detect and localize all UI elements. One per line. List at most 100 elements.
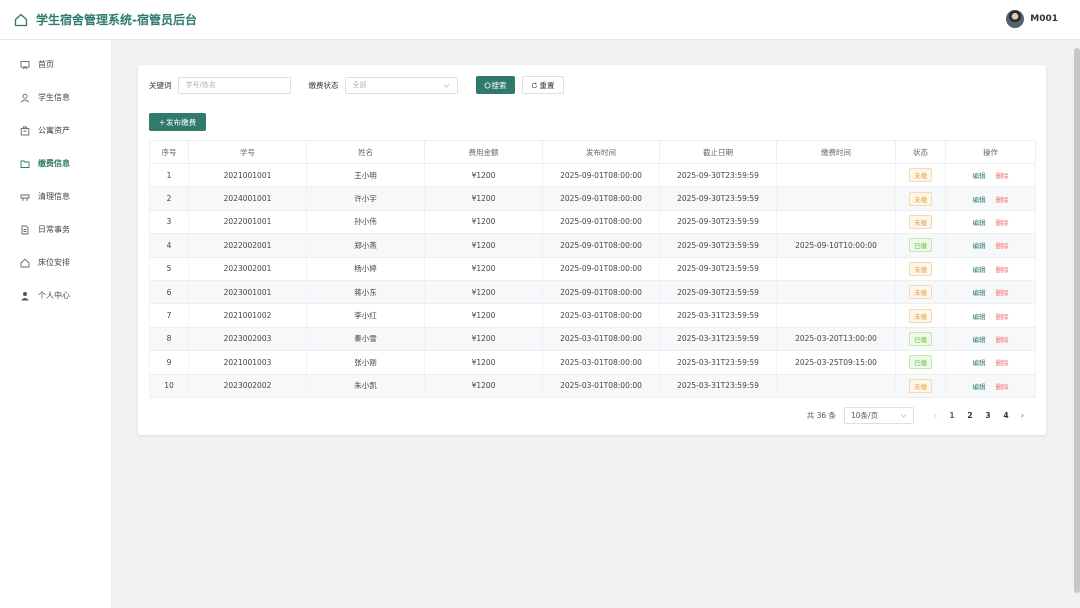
delete-link[interactable]: 删除: [996, 266, 1009, 274]
table-body: 1 2021001001 王小明 ¥1200 2025-09-01T08:00:00 20…: [149, 163, 1036, 398]
user-menu[interactable]: M001: [1006, 10, 1058, 28]
sidebar-item-label: 学生信息: [38, 93, 70, 102]
edit-link[interactable]: 编辑: [973, 266, 986, 274]
edit-link[interactable]: 编辑: [973, 242, 986, 250]
status-badge: 未缴: [909, 308, 932, 323]
row-status-cell: 已缴: [895, 327, 946, 352]
status-badge: 已缴: [909, 355, 932, 370]
page-3[interactable]: 3: [979, 411, 997, 420]
search-label: 搜索: [491, 80, 507, 90]
edit-link[interactable]: 编辑: [973, 196, 986, 204]
total-count: 共 36 条: [806, 411, 836, 420]
edit-link[interactable]: 编辑: [973, 359, 986, 367]
row-paid-at: [776, 303, 896, 328]
delete-link[interactable]: 删除: [996, 196, 1009, 204]
delete-link[interactable]: 删除: [996, 289, 1009, 297]
row-published: 2025-09-01T08:00:00: [542, 210, 660, 235]
row-amount: ¥1200: [424, 210, 543, 235]
sidebar-item-label: 公寓资产: [38, 126, 70, 135]
row-published: 2025-03-01T08:00:00: [542, 303, 660, 328]
row-status-cell: 未缴: [895, 303, 946, 328]
row-deadline: 2025-09-30T23:59:59: [659, 257, 777, 281]
keyword-input[interactable]: 学号/姓名: [177, 76, 291, 94]
avatar[interactable]: [1006, 10, 1025, 28]
row-name: 许小宇: [306, 186, 425, 211]
row-paid-at: 2025-03-25T09:15:00: [776, 350, 896, 375]
edit-link[interactable]: 编辑: [973, 172, 986, 180]
page-scrollbar[interactable]: [1074, 48, 1080, 593]
col-header-student-id: 学号: [188, 140, 307, 164]
table-row: 1 2021001001 王小明 ¥1200 2025-09-01T08:00:00 20…: [149, 163, 1036, 188]
page-1[interactable]: 1: [943, 411, 961, 420]
page-size-select[interactable]: 10条/页: [844, 407, 914, 424]
search-button[interactable]: 搜索: [475, 76, 515, 94]
row-student-id: 2023002002: [188, 374, 307, 398]
row-published: 2025-03-01T08:00:00: [542, 350, 660, 375]
row-published: 2025-09-01T08:00:00: [542, 257, 660, 281]
row-student-id: 2024001001: [188, 186, 307, 211]
sidebar-item-students[interactable]: 学生信息: [0, 81, 111, 114]
table-row: 10 2023002002 朱小凯 ¥1200 2025-03-01T08:00:00 2…: [149, 374, 1036, 398]
prev-page-icon[interactable]: ‹: [934, 411, 937, 420]
sidebar-item-label: 日常事务: [38, 225, 70, 234]
delete-link[interactable]: 删除: [996, 172, 1009, 180]
status-badge: 未缴: [909, 191, 932, 206]
edit-link[interactable]: 编辑: [973, 313, 986, 321]
sidebar-item-home[interactable]: 首页: [0, 48, 111, 81]
row-name: 郑小燕: [306, 233, 425, 258]
row-name: 王小明: [306, 163, 425, 188]
delete-link[interactable]: 删除: [996, 219, 1009, 227]
page-4[interactable]: 4: [997, 411, 1015, 420]
status-select[interactable]: 全部: [344, 76, 458, 94]
publish-payment-label: 发布缴费: [166, 117, 197, 127]
edit-link[interactable]: 编辑: [973, 219, 986, 227]
row-amount: ¥1200: [424, 186, 543, 211]
pagination: 共 36 条 10条/页 ‹ 1 2 3 4 ›: [807, 407, 1030, 424]
sidebar-item-label: 清理信息: [38, 192, 70, 201]
delete-link[interactable]: 删除: [996, 242, 1009, 250]
sidebar-item-beds[interactable]: 床位安排: [0, 246, 111, 279]
row-status-cell: 未缴: [895, 186, 946, 211]
delete-link[interactable]: 删除: [996, 359, 1009, 367]
status-badge: 未缴: [909, 168, 932, 183]
status-badge: 未缴: [909, 261, 932, 276]
row-index: 4: [149, 233, 189, 258]
row-name: 杨小婷: [306, 257, 425, 281]
publish-payment-button[interactable]: + 发布缴费: [149, 113, 206, 131]
sidebar-item-cleaning[interactable]: 清理信息: [0, 180, 111, 213]
edit-link[interactable]: 编辑: [973, 336, 986, 344]
sidebar-item-daily[interactable]: 日常事务: [0, 213, 111, 246]
row-index: 5: [149, 257, 189, 281]
status-badge: 已缴: [909, 238, 932, 253]
col-header-published: 发布时间: [542, 140, 660, 164]
delete-link[interactable]: 删除: [996, 383, 1009, 391]
sidebar-item-label: 床位安排: [38, 258, 70, 267]
status-badge: 未缴: [909, 214, 932, 229]
status-badge: 未缴: [909, 285, 932, 300]
row-index: 3: [149, 210, 189, 235]
payment-table: 序号 学号 姓名 费用金额 发布时间 截止日期 缴费时间 状态 操作 1 2021…: [149, 140, 1036, 398]
edit-link[interactable]: 编辑: [973, 289, 986, 297]
row-status-cell: 未缴: [895, 257, 946, 281]
row-amount: ¥1200: [424, 374, 543, 398]
row-paid-at: [776, 163, 896, 188]
page-2[interactable]: 2: [961, 411, 979, 420]
edit-link[interactable]: 编辑: [973, 383, 986, 391]
row-deadline: 2025-03-31T23:59:59: [659, 350, 777, 375]
delete-link[interactable]: 删除: [996, 313, 1009, 321]
status-badge: 已缴: [909, 331, 932, 346]
delete-link[interactable]: 删除: [996, 336, 1009, 344]
sidebar-item-assets[interactable]: 公寓资产: [0, 114, 111, 147]
next-page-icon[interactable]: ›: [1021, 411, 1024, 420]
col-header-actions: 操作: [945, 140, 1036, 164]
row-status-cell: 未缴: [895, 210, 946, 235]
top-header: 学生宿舍管理系统-宿管员后台 M001: [0, 0, 1080, 40]
row-actions: 编辑 删除: [945, 210, 1036, 235]
reset-button[interactable]: 重置: [521, 76, 564, 94]
sidebar-item-payments[interactable]: 缴费信息: [0, 147, 111, 180]
row-deadline: 2025-03-31T23:59:59: [659, 303, 777, 328]
payment-card: 关键词 学号/姓名 缴费状态 全部 搜索 重置 + 发布缴费 序号 学号 姓名: [138, 65, 1046, 435]
col-header-deadline: 截止日期: [659, 140, 777, 164]
sidebar-item-profile[interactable]: 个人中心: [0, 279, 111, 312]
row-actions: 编辑 删除: [945, 374, 1036, 398]
